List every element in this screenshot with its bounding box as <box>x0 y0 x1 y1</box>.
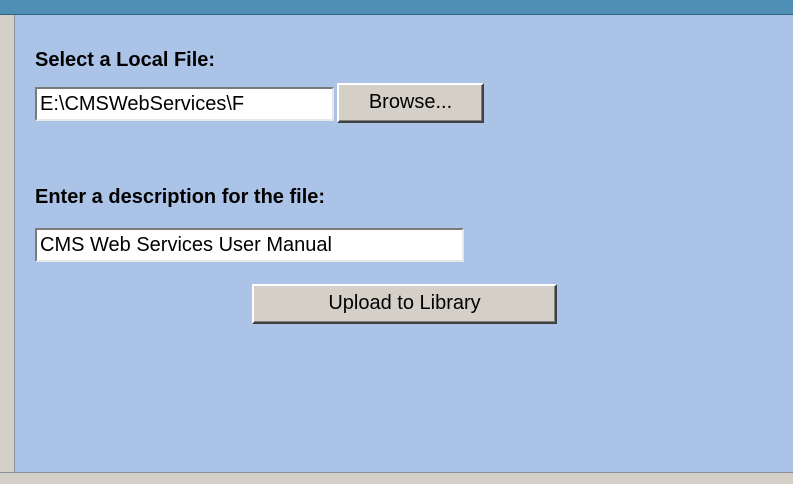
upload-to-library-button[interactable]: Upload to Library <box>252 284 557 324</box>
window-frame: Select a Local File: E:\CMSWebServices\F… <box>0 0 793 484</box>
browse-button[interactable]: Browse... <box>337 83 484 123</box>
upload-form-panel: Select a Local File: E:\CMSWebServices\F… <box>14 15 793 472</box>
local-file-label: Select a Local File: <box>35 49 216 71</box>
description-label: Enter a description for the file: <box>35 186 326 208</box>
top-border-strip <box>0 0 793 15</box>
bottom-border-strip <box>0 472 793 484</box>
local-file-input[interactable]: E:\CMSWebServices\F <box>35 87 334 121</box>
description-input[interactable]: CMS Web Services User Manual <box>35 228 464 262</box>
